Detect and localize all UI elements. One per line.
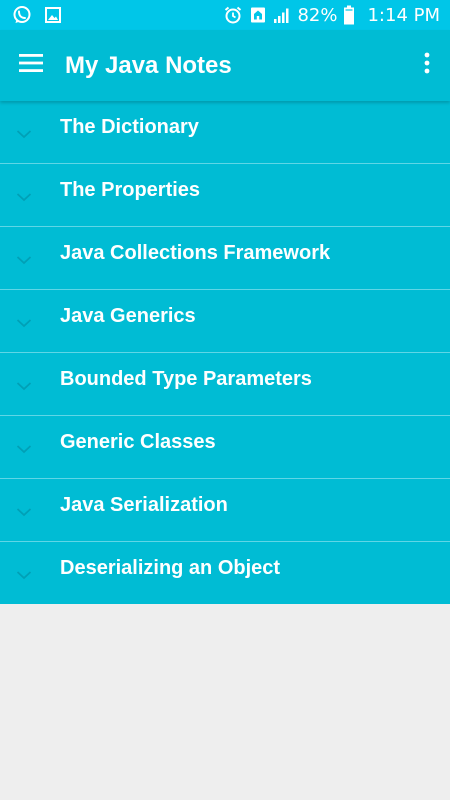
alarm-icon [223,5,243,25]
list-item-label: Bounded Type Parameters [60,368,312,390]
status-right-icons: 82% 1:14 PM [223,5,440,26]
list-item-label: Deserializing an Object [60,557,281,579]
chevron-down-icon [14,568,34,582]
chevron-down-icon [14,442,34,456]
hamburger-menu-icon [19,54,43,77]
chevron-down-icon [14,505,34,519]
list-item[interactable]: Deserializing an Object [0,542,450,604]
page-title: My Java Notes [65,51,232,79]
app-bar: My Java Notes [0,30,450,101]
chevron-down-icon [14,190,34,204]
chevron-down-icon [14,316,34,330]
status-bar: 82% 1:14 PM [0,0,450,30]
list-item[interactable]: Java Generics [0,290,450,353]
list-item[interactable]: Java Serialization [0,479,450,542]
hamburger-menu-button[interactable] [0,30,62,101]
signal-icon [273,6,291,24]
list-item-label: Java Generics [60,305,196,327]
chevron-down-icon [14,127,34,141]
list-item[interactable]: Generic Classes [0,416,450,479]
topic-list: The Dictionary The Properties Java Colle… [0,101,450,604]
overflow-menu-icon [424,52,430,79]
list-item-label: Generic Classes [60,431,216,453]
battery-percent: 82% [297,4,338,26]
home-icon [249,6,267,24]
list-item[interactable]: Bounded Type Parameters [0,353,450,416]
gallery-icon [44,6,62,24]
list-item-label: The Properties [60,179,201,201]
list-item[interactable]: Java Collections Framework [0,227,450,290]
status-left-icons [12,5,62,25]
battery-icon [343,5,355,25]
list-item-label: Java Serialization [60,494,228,516]
list-item[interactable]: The Dictionary [0,101,450,164]
list-item-label: Java Collections Framework [60,242,331,264]
whatsapp-icon [12,5,32,25]
overflow-menu-button[interactable] [404,30,450,101]
chevron-down-icon [14,253,34,267]
list-item[interactable]: The Properties [0,164,450,227]
list-item-label: The Dictionary [60,116,199,138]
chevron-down-icon [14,379,34,393]
clock: 1:14 PM [367,4,440,26]
